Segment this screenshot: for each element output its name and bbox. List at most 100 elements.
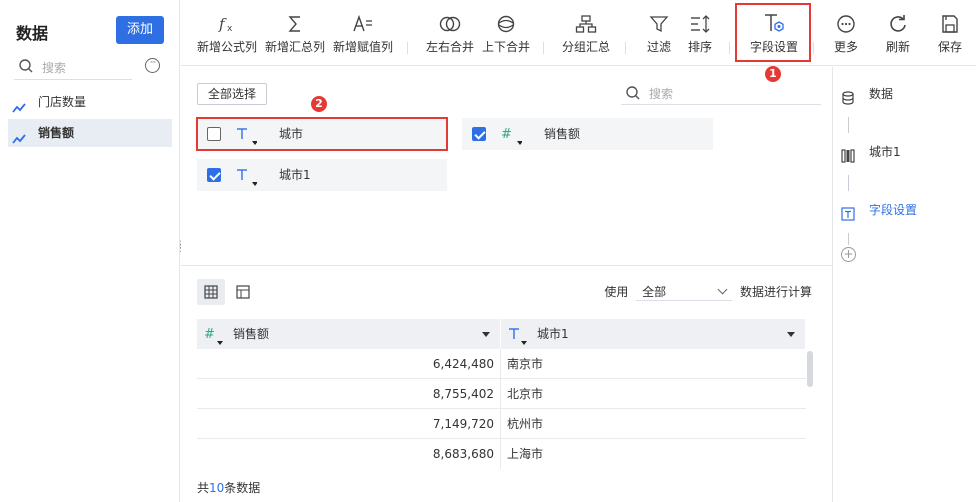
line-chart-icon	[12, 127, 26, 155]
text-type-icon	[507, 324, 529, 346]
column-menu-icon[interactable]	[787, 332, 795, 337]
table-cell: 8,683,680	[197, 439, 501, 469]
sigma-icon	[263, 0, 327, 38]
field-settings-icon	[841, 203, 855, 231]
group-summary-icon	[559, 0, 613, 38]
toolbar-label: 保存	[937, 40, 962, 54]
add-summary-column-button[interactable]: 新增汇总列	[263, 0, 327, 66]
field-checkbox[interactable]	[207, 168, 221, 182]
table-cell: 8,755,402	[197, 379, 501, 409]
toolbar-label: 分组汇总	[561, 40, 610, 54]
dataset-search-input[interactable]: 搜索	[14, 54, 132, 80]
svg-text:f: f	[218, 15, 227, 33]
toolbar-label: 左右合并	[425, 40, 474, 54]
dataset-item-label: 销售额	[38, 126, 75, 140]
toolbar-divider	[813, 42, 814, 54]
field-card-city1: 城市1	[197, 159, 447, 191]
merge-vertical-icon	[479, 0, 533, 38]
table-cell: 6,424,480	[197, 349, 501, 379]
grid-icon	[204, 285, 218, 299]
text-type-icon[interactable]	[235, 165, 258, 187]
select-all-button[interactable]: 全部选择	[197, 83, 267, 105]
row-count-suffix: 条数据	[224, 481, 261, 495]
column-header-sales[interactable]: # 销售额	[197, 319, 501, 349]
table-row: 6,424,480 南京市	[197, 349, 806, 379]
scope-select[interactable]: 全部	[636, 283, 733, 301]
step-connector	[848, 175, 849, 191]
merge-vertical-button[interactable]: 上下合并	[479, 0, 533, 66]
field-settings-panel: 全部选择 搜索 城市 # 销售额 城市1	[181, 67, 832, 266]
add-assign-column-button[interactable]: 新增赋值列	[331, 0, 395, 66]
field-name: 城市1	[279, 168, 311, 182]
group-summary-button[interactable]: 分组汇总	[559, 0, 613, 66]
more-options-icon[interactable]: ···	[145, 58, 160, 73]
table-cell: 7,149,720	[197, 409, 501, 439]
merge-horizontal-button[interactable]: 左右合并	[423, 0, 477, 66]
toolbar-label: 更多	[833, 40, 858, 54]
toolbar-label: 新增赋值列	[332, 40, 393, 54]
table-cell: 杭州市	[507, 417, 544, 431]
step-label: 数据	[869, 87, 894, 101]
data-table: # 销售额 城市1 6,424,480 南京市 8,755,402 北京市 7,…	[197, 319, 806, 469]
toolbar-divider	[625, 42, 626, 54]
data-preview-panel: 使用 全部 数据进行计算 # 销售额 城市1 6,424,480 南京市 8,7…	[181, 267, 832, 502]
save-button[interactable]: 保存	[931, 0, 969, 66]
table-row: 8,683,680 上海市	[197, 439, 806, 469]
calculation-scope: 使用 全部 数据进行计算	[604, 283, 812, 301]
sort-button[interactable]: 排序	[682, 0, 718, 66]
field-settings-highlight	[735, 3, 811, 62]
step-connector	[848, 117, 849, 133]
toolbar: fx 新增公式列 新增汇总列 新增赋值列 左右合并 上下合并 分组汇总 过滤 排…	[181, 0, 976, 66]
search-icon	[625, 85, 641, 104]
column-header-city1[interactable]: 城市1	[501, 319, 806, 349]
database-icon	[841, 87, 855, 115]
more-button[interactable]: 更多	[827, 0, 865, 66]
svg-text:#: #	[501, 127, 512, 142]
dataset-panel-title: 数据	[16, 24, 49, 43]
dataset-item-label: 门店数量	[38, 95, 87, 109]
refresh-button[interactable]: 刷新	[879, 0, 917, 66]
app-root: 数据 添加 搜索 ··· 门店数量 销售额 ⋮ ⋮ fx 新增公式列 新增汇总列…	[0, 0, 976, 502]
table-cell: 南京市	[507, 357, 544, 371]
number-type-icon[interactable]: #	[500, 124, 523, 146]
toolbar-divider	[407, 42, 408, 54]
field-search-input[interactable]: 搜索	[621, 81, 821, 105]
svg-text:#: #	[204, 327, 215, 342]
table-cell: 北京市	[507, 387, 544, 401]
svg-text:x: x	[227, 24, 233, 34]
layout-icon	[236, 285, 250, 299]
table-scrollbar[interactable]	[807, 351, 813, 387]
step-city1[interactable]: 城市1	[833, 138, 976, 166]
table-cell: 上海市	[507, 447, 544, 461]
filter-icon	[641, 0, 677, 38]
step-label: 字段设置	[869, 203, 918, 217]
add-dataset-button[interactable]: 添加	[116, 16, 164, 44]
annotation-badge: 2	[311, 96, 327, 112]
toolbar-label: 排序	[687, 40, 712, 54]
step-data[interactable]: 数据	[833, 80, 976, 108]
toolbar-label: 过滤	[646, 40, 671, 54]
toolbar-label: 新增汇总列	[264, 40, 325, 54]
field-search-placeholder: 搜索	[649, 87, 674, 101]
filter-button[interactable]: 过滤	[641, 0, 677, 66]
column-menu-icon[interactable]	[482, 332, 490, 337]
table-header: # 销售额 城市1	[197, 319, 806, 349]
column-icon	[841, 145, 855, 173]
save-icon	[931, 0, 969, 38]
layout-view-button[interactable]	[229, 279, 257, 305]
step-label: 城市1	[869, 145, 901, 159]
step-field-settings[interactable]: 字段设置	[833, 196, 976, 224]
table-view-button[interactable]	[197, 279, 225, 305]
dataset-item-sales[interactable]: 销售额	[8, 119, 172, 147]
dataset-search-placeholder: 搜索	[42, 61, 67, 75]
toolbar-divider	[543, 42, 544, 54]
add-formula-column-button[interactable]: fx 新增公式列	[195, 0, 259, 66]
number-type-icon: #	[203, 324, 225, 346]
use-label: 使用	[604, 285, 629, 299]
dataset-item-store-count[interactable]: 门店数量	[8, 88, 172, 116]
add-step-button[interactable]: +	[841, 247, 856, 262]
column-label: 城市1	[537, 327, 569, 341]
field-checkbox[interactable]	[472, 127, 486, 141]
calc-label: 数据进行计算	[739, 285, 812, 299]
more-icon	[827, 0, 865, 38]
